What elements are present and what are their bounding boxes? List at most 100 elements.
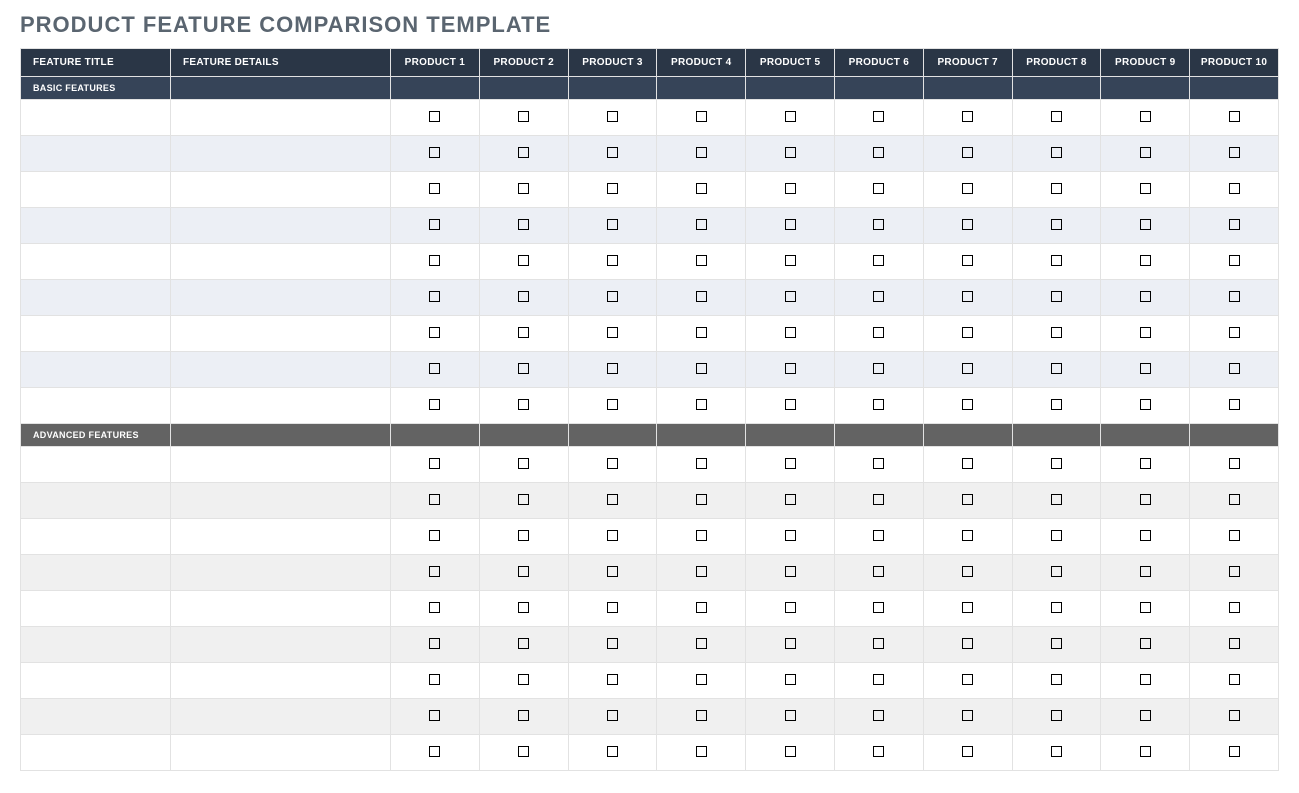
checkbox-icon[interactable] — [1229, 111, 1240, 122]
checkbox-icon[interactable] — [1051, 602, 1062, 613]
checkbox-icon[interactable] — [1051, 327, 1062, 338]
checkbox-icon[interactable] — [607, 111, 618, 122]
checkbox-icon[interactable] — [518, 566, 529, 577]
feature-title-cell[interactable] — [21, 663, 171, 699]
feature-title-cell[interactable] — [21, 352, 171, 388]
checkbox-icon[interactable] — [518, 602, 529, 613]
checkbox-icon[interactable] — [873, 291, 884, 302]
checkbox-icon[interactable] — [785, 255, 796, 266]
checkbox-icon[interactable] — [1140, 255, 1151, 266]
checkbox-icon[interactable] — [873, 219, 884, 230]
checkbox-icon[interactable] — [429, 674, 440, 685]
checkbox-icon[interactable] — [696, 458, 707, 469]
checkbox-icon[interactable] — [962, 566, 973, 577]
feature-details-cell[interactable] — [171, 280, 391, 316]
checkbox-icon[interactable] — [696, 219, 707, 230]
checkbox-icon[interactable] — [873, 255, 884, 266]
checkbox-icon[interactable] — [429, 602, 440, 613]
checkbox-icon[interactable] — [962, 746, 973, 757]
checkbox-icon[interactable] — [429, 494, 440, 505]
checkbox-icon[interactable] — [962, 530, 973, 541]
checkbox-icon[interactable] — [1229, 710, 1240, 721]
checkbox-icon[interactable] — [873, 602, 884, 613]
checkbox-icon[interactable] — [1229, 530, 1240, 541]
checkbox-icon[interactable] — [785, 458, 796, 469]
checkbox-icon[interactable] — [696, 327, 707, 338]
checkbox-icon[interactable] — [696, 494, 707, 505]
checkbox-icon[interactable] — [1229, 638, 1240, 649]
checkbox-icon[interactable] — [1051, 638, 1062, 649]
feature-title-cell[interactable] — [21, 519, 171, 555]
checkbox-icon[interactable] — [785, 327, 796, 338]
checkbox-icon[interactable] — [1140, 602, 1151, 613]
checkbox-icon[interactable] — [785, 219, 796, 230]
checkbox-icon[interactable] — [429, 530, 440, 541]
feature-title-cell[interactable] — [21, 388, 171, 424]
checkbox-icon[interactable] — [429, 458, 440, 469]
checkbox-icon[interactable] — [518, 746, 529, 757]
checkbox-icon[interactable] — [696, 111, 707, 122]
feature-details-cell[interactable] — [171, 316, 391, 352]
checkbox-icon[interactable] — [607, 399, 618, 410]
checkbox-icon[interactable] — [785, 746, 796, 757]
checkbox-icon[interactable] — [1140, 674, 1151, 685]
checkbox-icon[interactable] — [962, 638, 973, 649]
checkbox-icon[interactable] — [1229, 494, 1240, 505]
checkbox-icon[interactable] — [1140, 147, 1151, 158]
checkbox-icon[interactable] — [962, 219, 973, 230]
checkbox-icon[interactable] — [696, 746, 707, 757]
feature-title-cell[interactable] — [21, 316, 171, 352]
checkbox-icon[interactable] — [1140, 494, 1151, 505]
checkbox-icon[interactable] — [429, 147, 440, 158]
checkbox-icon[interactable] — [1051, 219, 1062, 230]
checkbox-icon[interactable] — [1051, 183, 1062, 194]
checkbox-icon[interactable] — [962, 710, 973, 721]
checkbox-icon[interactable] — [1140, 530, 1151, 541]
checkbox-icon[interactable] — [1051, 458, 1062, 469]
checkbox-icon[interactable] — [962, 494, 973, 505]
checkbox-icon[interactable] — [1229, 602, 1240, 613]
checkbox-icon[interactable] — [873, 638, 884, 649]
checkbox-icon[interactable] — [696, 147, 707, 158]
checkbox-icon[interactable] — [785, 494, 796, 505]
feature-details-cell[interactable] — [171, 352, 391, 388]
checkbox-icon[interactable] — [607, 602, 618, 613]
checkbox-icon[interactable] — [873, 530, 884, 541]
feature-title-cell[interactable] — [21, 483, 171, 519]
checkbox-icon[interactable] — [607, 183, 618, 194]
checkbox-icon[interactable] — [696, 566, 707, 577]
feature-details-cell[interactable] — [171, 388, 391, 424]
checkbox-icon[interactable] — [1140, 219, 1151, 230]
feature-title-cell[interactable] — [21, 699, 171, 735]
checkbox-icon[interactable] — [1140, 291, 1151, 302]
feature-details-cell[interactable] — [171, 519, 391, 555]
feature-title-cell[interactable] — [21, 735, 171, 771]
checkbox-icon[interactable] — [518, 219, 529, 230]
checkbox-icon[interactable] — [429, 291, 440, 302]
checkbox-icon[interactable] — [962, 291, 973, 302]
checkbox-icon[interactable] — [518, 494, 529, 505]
checkbox-icon[interactable] — [1229, 674, 1240, 685]
checkbox-icon[interactable] — [1051, 291, 1062, 302]
checkbox-icon[interactable] — [873, 399, 884, 410]
checkbox-icon[interactable] — [785, 638, 796, 649]
checkbox-icon[interactable] — [607, 458, 618, 469]
checkbox-icon[interactable] — [1140, 183, 1151, 194]
checkbox-icon[interactable] — [873, 458, 884, 469]
feature-title-cell[interactable] — [21, 208, 171, 244]
checkbox-icon[interactable] — [1229, 363, 1240, 374]
checkbox-icon[interactable] — [962, 111, 973, 122]
checkbox-icon[interactable] — [785, 183, 796, 194]
checkbox-icon[interactable] — [873, 363, 884, 374]
feature-details-cell[interactable] — [171, 555, 391, 591]
feature-details-cell[interactable] — [171, 483, 391, 519]
checkbox-icon[interactable] — [962, 255, 973, 266]
checkbox-icon[interactable] — [873, 183, 884, 194]
checkbox-icon[interactable] — [607, 494, 618, 505]
checkbox-icon[interactable] — [785, 674, 796, 685]
checkbox-icon[interactable] — [518, 327, 529, 338]
feature-title-cell[interactable] — [21, 591, 171, 627]
checkbox-icon[interactable] — [429, 399, 440, 410]
checkbox-icon[interactable] — [696, 399, 707, 410]
feature-details-cell[interactable] — [171, 627, 391, 663]
